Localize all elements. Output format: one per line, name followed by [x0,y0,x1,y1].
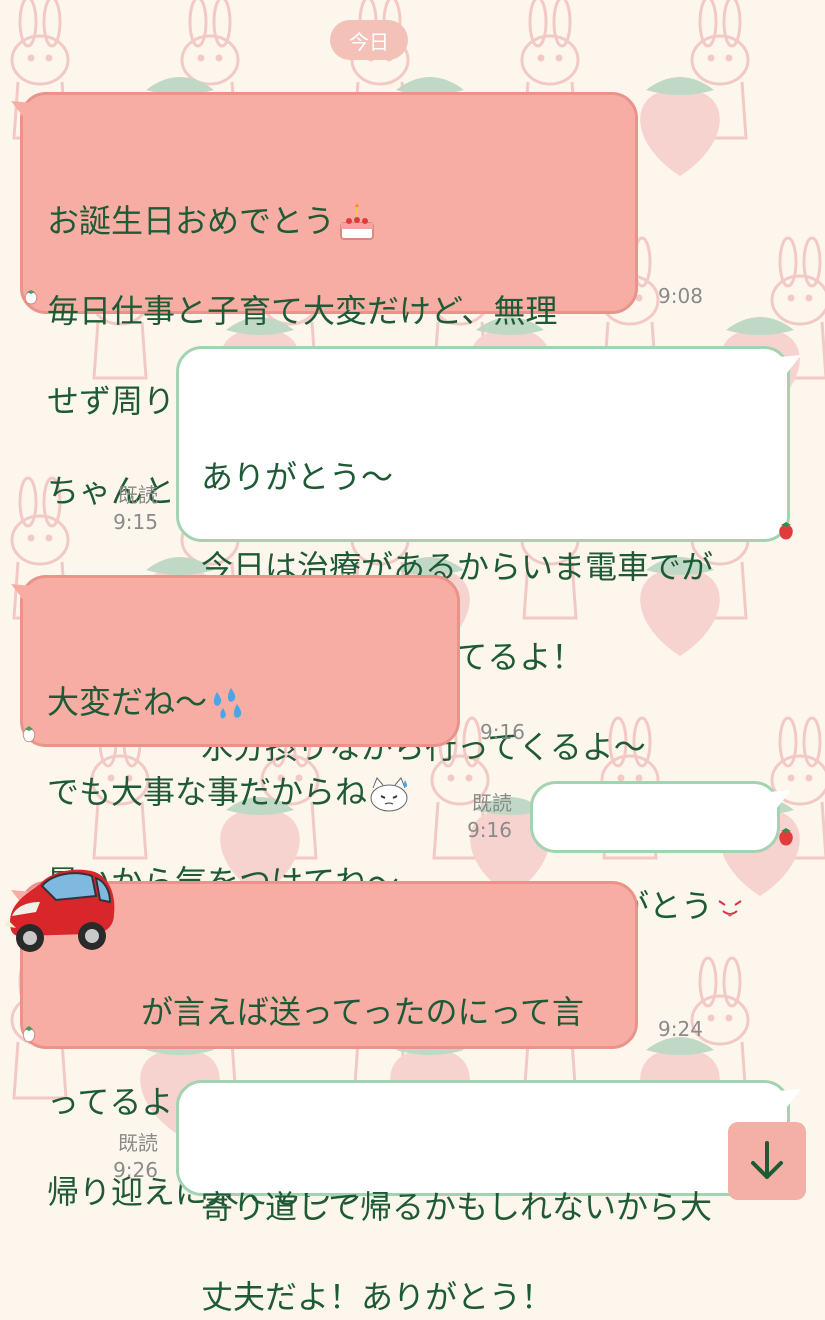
red-car-sticker [4,869,115,952]
date-divider: 今日 [330,20,408,60]
strawberry-icon [779,828,793,846]
read-receipt: 既読 9:16 [458,790,512,844]
message-time: 9:16 [480,720,525,744]
message-bubble-incoming[interactable]: 大変だね〜 でも大事な事だからね 暑いから気をつけてね〜 [11,575,460,901]
message-bubble-outgoing[interactable]: ありがとう [530,781,791,925]
smile-tongue-icon [718,900,742,917]
strawberry-icon [779,522,793,540]
message-time: 9:16 [467,818,512,842]
message-text: 寄り道して帰るかもしれないから大 [201,1188,713,1226]
message-time: 9:15 [113,510,158,534]
arrow-down-icon [751,1141,783,1179]
message-text: が言えば送ってったのにって言 [141,993,584,1031]
message-text: ありがとう〜 [201,458,394,496]
read-label: 既読 [118,483,158,507]
read-receipt: 既読 9:15 [104,482,158,536]
read-label: 既読 [118,1131,158,1155]
message-text: ってるよ [47,1083,174,1121]
scroll-to-bottom-button[interactable] [728,1122,806,1200]
wallpaper-strawberry [640,77,720,176]
message-time: 9:08 [658,284,703,308]
message-text: でも大事な事だからね [47,773,368,811]
message-text: お誕生日おめでとう [47,202,336,240]
birthday-cake-icon [340,203,375,240]
message-bubble-outgoing[interactable]: ありがとう〜 今日は治療があるからいま電車でが んセンター向かってるよ！ 水分摂… [176,346,801,766]
message-bubble-outgoing[interactable]: 寄り道して帰るかもしれないから大 丈夫だよ！ありがとう！ [176,1080,801,1316]
message-text: 毎日仕事と子育て大変だけど、無理 [47,292,558,330]
message-text: 大変だね〜 [47,683,208,721]
message-text: 丈夫だよ！ありがとう！ [201,1278,554,1316]
cat-sweat-sticker-icon [370,777,408,812]
strawberry-icon [22,726,36,743]
sweat-drops-icon [213,688,242,719]
message-time: 9:26 [113,1158,158,1182]
strawberry-icon [22,1026,36,1043]
message-time: 9:24 [658,1017,703,1041]
message-bubble-incoming[interactable]: お誕生日おめでとう 毎日仕事と子育て大変だけど、無理 せず周りに甘えながら頑張ろ… [11,92,638,512]
read-receipt: 既読 9:26 [104,1130,158,1184]
strawberry-icon [24,290,38,305]
read-label: 既読 [472,791,512,815]
